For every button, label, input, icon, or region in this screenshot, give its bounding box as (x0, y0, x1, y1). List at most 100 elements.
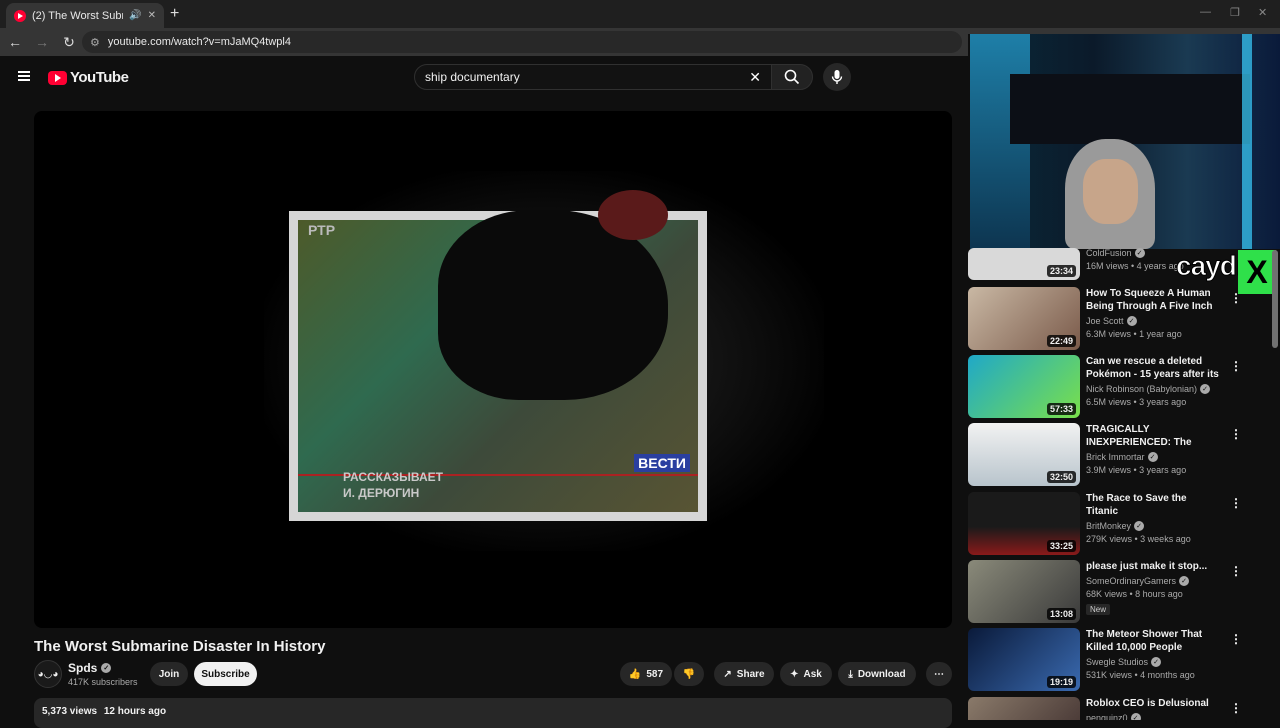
dislike-button[interactable]: 👎 (674, 662, 704, 686)
rec-meta: 6.5M views • 3 years ago (1086, 397, 1187, 407)
channel-name-row[interactable]: Spds ✓ (68, 661, 138, 675)
video-thumbnail[interactable]: 32:50 (968, 423, 1080, 486)
list-item[interactable]: 33:25 The Race to Save the Titanic BritM… (968, 492, 1242, 556)
list-item[interactable]: Roblox CEO is Delusional penguinz0 ✓ ⋮ (968, 697, 1238, 720)
like-count: 587 (646, 668, 664, 680)
rec-channel-row[interactable]: Nick Robinson (Babylonian) ✓ (1086, 384, 1221, 394)
rec-channel-row[interactable]: penguinz0 ✓ (1086, 713, 1221, 720)
search-input[interactable]: ship documentary ✕ (414, 64, 772, 90)
video-caption-2: И. ДЕРЮГИН (343, 486, 420, 500)
rec-title[interactable]: Roblox CEO is Delusional (1086, 697, 1221, 710)
search-icon (784, 69, 800, 85)
more-vertical-icon[interactable]: ⋮ (1230, 291, 1242, 305)
voice-search-button[interactable] (823, 63, 851, 91)
video-player[interactable]: РТР РАССКАЗЫВАЕТ И. ДЕРЮГИН ВЕСТИ (34, 111, 952, 628)
rec-channel-row[interactable]: BritMonkey ✓ (1086, 521, 1221, 531)
duration-badge: 22:49 (1046, 335, 1076, 347)
thumbs-up-icon: 👍 (628, 668, 642, 680)
rec-channel[interactable]: Joe Scott (1086, 316, 1124, 326)
rec-title[interactable]: please just make it stop... (1086, 560, 1221, 573)
rec-channel[interactable]: penguinz0 (1086, 713, 1128, 720)
more-horizontal-icon: ⋯ (934, 668, 944, 680)
share-icon: ↗ (723, 668, 732, 680)
rec-channel-row[interactable]: Brick Immortar ✓ (1086, 452, 1221, 462)
video-thumbnail[interactable]: 23:34 (968, 248, 1080, 280)
more-vertical-icon[interactable]: ⋮ (1230, 701, 1238, 715)
rec-channel-row[interactable]: SomeOrdinaryGamers ✓ (1086, 576, 1221, 586)
more-vertical-icon[interactable]: ⋮ (1230, 359, 1242, 373)
url-text[interactable]: youtube.com/watch?v=mJaMQ4twpl4 (108, 36, 291, 48)
subscribe-button[interactable]: Subscribe (194, 662, 257, 686)
rec-meta: 68K views • 8 hours ago (1086, 589, 1183, 599)
forward-arrow-icon[interactable]: → (30, 34, 54, 50)
duration-badge: 33:25 (1046, 540, 1076, 552)
description-box[interactable]: 5,373 views 12 hours ago (34, 698, 952, 728)
rec-channel[interactable]: Swegle Studios (1086, 657, 1148, 667)
rec-channel[interactable]: BritMonkey (1086, 521, 1131, 531)
scrollbar-thumb[interactable] (1272, 250, 1278, 348)
site-info-icon[interactable]: ⚙ (90, 36, 100, 49)
duration-badge: 32:50 (1046, 471, 1076, 483)
menu-hamburger-icon[interactable] (18, 71, 30, 81)
list-item[interactable]: 13:08 please just make it stop... SomeOr… (968, 560, 1242, 624)
more-vertical-icon[interactable]: ⋮ (1230, 632, 1242, 646)
rec-channel-row[interactable]: Swegle Studios ✓ (1086, 657, 1221, 667)
like-button[interactable]: 👍 587 (620, 662, 672, 686)
channel-avatar[interactable]: ◕◡◕ (34, 660, 62, 688)
channel-name[interactable]: Spds (68, 661, 97, 675)
ask-label: Ask (803, 668, 822, 680)
rec-channel[interactable]: Brick Immortar (1086, 452, 1145, 462)
search-button[interactable] (771, 64, 813, 90)
maximize-button[interactable]: ❐ (1230, 6, 1240, 19)
more-actions-button[interactable]: ⋯ (926, 662, 952, 686)
webcam-overlay (970, 34, 1280, 249)
video-red-object (598, 190, 668, 240)
reload-icon[interactable]: ↻ (57, 34, 81, 51)
rec-title[interactable]: Can we rescue a deleted Pokémon - 15 yea… (1086, 355, 1221, 381)
browser-tab[interactable]: (2) The Worst Submarine D 🔊 ✕ (6, 3, 164, 28)
duration-badge: 23:34 (1046, 265, 1076, 277)
download-label: Download (857, 668, 906, 680)
view-count: 5,373 views (42, 706, 98, 717)
new-tab-button[interactable]: + (170, 5, 179, 23)
search-query[interactable]: ship documentary (425, 70, 749, 84)
rec-title[interactable]: The Meteor Shower That Killed 10,000 Peo… (1086, 628, 1221, 654)
verified-icon: ✓ (1134, 521, 1145, 531)
rec-title[interactable]: The Race to Save the Titanic (1086, 492, 1221, 518)
youtube-logo[interactable]: YouTube (48, 69, 129, 86)
sparkle-icon: ✦ (790, 668, 799, 680)
video-thumbnail[interactable]: 13:08 (968, 560, 1080, 623)
video-thumbnail[interactable]: 19:19 (968, 628, 1080, 691)
ask-button[interactable]: ✦ Ask (780, 662, 832, 686)
rec-channel[interactable]: SomeOrdinaryGamers (1086, 576, 1176, 586)
verified-icon: ✓ (1179, 576, 1190, 586)
rec-channel[interactable]: Nick Robinson (Babylonian) (1086, 384, 1197, 394)
list-item[interactable]: 32:50 TRAGICALLY INEXPERIENCED: The Ocea… (968, 423, 1242, 487)
more-vertical-icon[interactable]: ⋮ (1230, 496, 1242, 510)
video-thumbnail[interactable]: 22:49 (968, 287, 1080, 350)
clear-search-icon[interactable]: ✕ (749, 69, 761, 86)
address-bar[interactable]: ⚙ youtube.com/watch?v=mJaMQ4twpl4 (82, 31, 962, 53)
rec-title[interactable]: How To Squeeze A Human Being Through A F… (1086, 287, 1221, 313)
video-thumbnail[interactable]: 57:33 (968, 355, 1080, 418)
join-button[interactable]: Join (150, 662, 188, 686)
video-thumbnail[interactable] (968, 697, 1080, 720)
video-thumbnail[interactable]: 33:25 (968, 492, 1080, 555)
list-item[interactable]: 19:19 The Meteor Shower That Killed 10,0… (968, 628, 1242, 692)
download-button[interactable]: ⤓ Download (838, 662, 916, 686)
minimize-button[interactable]: — (1200, 6, 1211, 18)
rec-channel[interactable]: ColdFusion (1086, 248, 1132, 258)
list-item[interactable]: 22:49 How To Squeeze A Human Being Throu… (968, 287, 1242, 351)
microphone-icon (831, 70, 843, 84)
speaker-icon[interactable]: 🔊 (129, 10, 141, 21)
back-arrow-icon[interactable]: ← (3, 34, 27, 50)
rec-title[interactable]: TRAGICALLY INEXPERIENCED: The Ocean Rang… (1086, 423, 1221, 449)
webcam-monitor (1010, 74, 1250, 144)
close-tab-icon[interactable]: ✕ (148, 10, 156, 21)
more-vertical-icon[interactable]: ⋮ (1230, 427, 1242, 441)
list-item[interactable]: 57:33 Can we rescue a deleted Pokémon - … (968, 355, 1242, 419)
rec-channel-row[interactable]: Joe Scott ✓ (1086, 316, 1221, 326)
close-window-button[interactable]: ✕ (1258, 6, 1267, 19)
more-vertical-icon[interactable]: ⋮ (1230, 564, 1242, 578)
share-button[interactable]: ↗ Share (714, 662, 774, 686)
